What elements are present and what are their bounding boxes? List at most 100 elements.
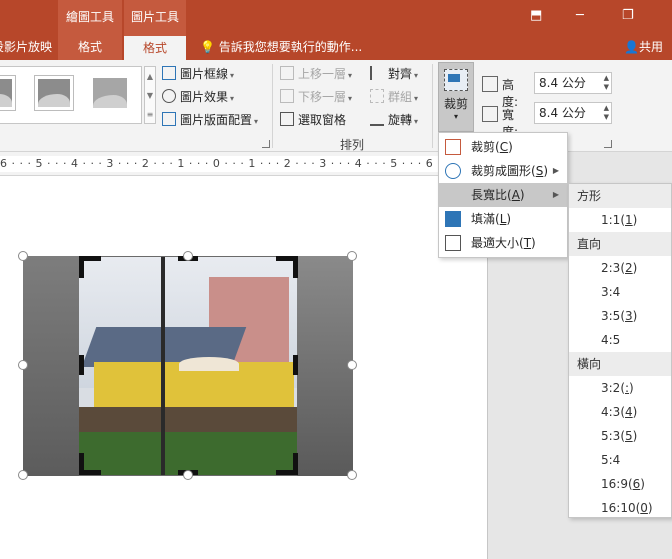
ratio-item[interactable]: 2:3(2) [569,256,671,280]
crop-handle-top-left[interactable] [79,256,84,278]
menu-item-crop-to-shape[interactable]: 裁剪成圖形(S) ▶ [439,159,567,183]
menu-fill-label: 填滿 [471,212,496,226]
cropped-right-area [297,256,353,476]
picture[interactable] [79,257,297,475]
ratio-item[interactable]: 3:2(:) [569,376,671,400]
style-thumb-2[interactable] [34,75,74,111]
resize-handle-se[interactable] [347,470,357,480]
minimize-icon[interactable]: ─ [576,8,584,23]
submenu-arrow-icon: ▶ [552,190,559,199]
spinner-arrows-icon[interactable]: ▲ ▼ [604,104,609,122]
resize-handle-e[interactable] [347,360,357,370]
crop-handle-right[interactable] [293,355,298,375]
spinner-arrows-icon[interactable]: ▲ ▼ [604,74,609,92]
rotate-icon [370,112,384,126]
size-dialog-launcher-icon[interactable] [604,140,612,148]
resize-handle-n[interactable] [183,251,193,261]
resize-handle-ne[interactable] [347,251,357,261]
ratio-key: 3 [625,309,633,323]
ratio-label: 16:10 [601,501,636,515]
ratio-item[interactable]: 16:9(6) [569,472,671,496]
menu-item-aspect-ratio[interactable]: 長寬比(A) ▶ [439,183,567,207]
menu-item-fill[interactable]: 填滿(L) [439,207,567,231]
ratio-key: 5 [625,429,633,443]
resize-handle-sw[interactable] [18,470,28,480]
ratio-label: 5:4 [601,453,621,467]
ratio-key: 0 [640,501,648,515]
group-button[interactable]: 群組 ▾ [370,87,418,107]
style-thumb-1[interactable] [0,75,16,111]
separator [432,64,433,148]
share-label: 共用 [638,40,663,54]
tab-format-picture[interactable]: 格式 [124,36,186,60]
crop-button-label: 裁剪 [443,97,468,111]
ratio-item[interactable]: 16:10(0) [569,496,671,520]
resize-handle-nw[interactable] [18,251,28,261]
group-label: 群組 [388,90,413,104]
send-backward-button[interactable]: 下移一層 ▾ [280,87,352,107]
selection-pane-label: 選取窗格 [298,113,347,127]
menu-fit-label: 最適大小 [471,236,520,250]
picture-border-label: 圖片框線 [180,67,229,81]
height-spinner[interactable]: 8.4 公分 ▲ ▼ [534,72,612,94]
width-spinner[interactable]: 8.4 公分 ▲ ▼ [534,102,612,124]
picture-effects-button[interactable]: 圖片效果 ▾ [162,87,234,107]
crop-menu: 裁剪(C) 裁剪成圖形(S) ▶ 長寬比(A) ▶ 填滿(L) 最適大小(T) [438,132,568,258]
separator [272,64,273,148]
chevron-down-icon: ▾ [453,112,458,121]
picture-layout-button[interactable]: 圖片版面配置 ▾ [162,110,258,130]
ratio-item[interactable]: 3:4 [569,280,671,304]
style-thumb-3[interactable] [90,75,130,111]
bring-forward-button[interactable]: 上移一層 ▾ [280,64,352,84]
resize-handle-w[interactable] [18,360,28,370]
restore-icon[interactable]: ❐ [622,8,634,23]
share-button[interactable]: 👤共用 [624,36,672,60]
width-value: 8.4 公分 [539,106,586,120]
ratio-item[interactable]: 1:1(1) [569,208,671,232]
effects-icon [162,89,176,103]
rotate-button[interactable]: 旋轉 ▾ [370,110,418,130]
tab-slideshow[interactable]: 投影片放映 [0,36,52,60]
person-icon: 👤 [624,40,639,54]
ratio-item[interactable]: 4:3(4) [569,400,671,424]
fit-icon [445,235,461,251]
submenu-arrow-icon: ▶ [552,166,559,175]
gallery-scroll[interactable]: ▲ ▼ ≡ [144,66,156,124]
send-backward-icon [280,89,294,103]
dialog-launcher-icon[interactable] [262,140,270,148]
ratio-label: 16:9 [601,477,628,491]
drawing-tools-context: 繪圖工具 [58,0,122,36]
layout-icon [162,112,176,126]
arrange-group-label: 排列 [340,138,365,152]
ratio-item[interactable]: 5:3(5) [569,424,671,448]
ribbon-display-icon[interactable]: ⬒ [530,8,542,23]
ratio-label: 3:5 [601,309,621,323]
fill-icon [445,211,461,227]
crop-button[interactable]: 裁剪 ▾ [438,62,474,132]
ratio-item[interactable]: 5:4 [569,448,671,472]
align-button[interactable]: 對齊 ▾ [370,64,418,84]
photo-grass [79,432,297,475]
picture-tools-context: 圖片工具 [124,0,186,36]
bring-forward-icon [280,66,294,80]
ratio-key: 6 [632,477,641,491]
picture-border-button[interactable]: 圖片框線 ▾ [162,64,234,84]
tab-format-drawing[interactable]: 格式 [58,36,122,60]
crop-handle-bottom-left[interactable] [79,453,84,475]
menu-item-fit[interactable]: 最適大小(T) [439,231,567,255]
photo-umbrella [179,357,239,371]
ratio-item[interactable]: 3:5(3) [569,304,671,328]
selection-pane-button[interactable]: 選取窗格 [280,110,346,130]
shape-icon [445,163,461,179]
ratio-key: 2 [625,261,633,275]
resize-handle-s[interactable] [183,470,193,480]
menu-crop-key: C [499,140,509,154]
ratio-item[interactable]: 4:5 [569,328,671,352]
cropped-left-area [23,256,79,476]
tell-me-box[interactable]: 💡 告訴我您想要執行的動作... [200,36,362,60]
crop-handle-left[interactable] [79,355,84,375]
crop-handle-top-right[interactable] [293,256,298,278]
height-icon [482,76,498,92]
crop-handle-bottom-right[interactable] [293,453,298,475]
menu-item-crop[interactable]: 裁剪(C) [439,135,567,159]
